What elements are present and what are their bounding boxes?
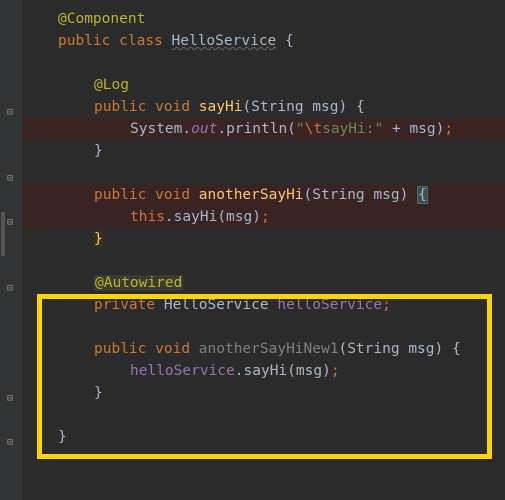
code-line[interactable]: System.out.println("\tsayHi:" + msg); [22,118,505,140]
fold-icon[interactable]: ⊟ [4,107,16,119]
code-line[interactable] [22,316,505,338]
dot: . [235,363,244,379]
code-line[interactable]: @Log [22,74,505,96]
param-msg: msg [296,363,322,379]
ident-out: out [191,121,217,137]
class-name: HelloService [172,33,277,49]
code-line[interactable]: @Autowired [22,272,505,294]
brace-close: } [94,385,103,401]
keyword-private: private [94,297,155,313]
code-editor[interactable]: ⊟ ⊟ ⊟ ⊟ ⊟ ⊟ @Component public class Hell… [0,0,505,500]
annotation-autowired: @Autowired [94,275,183,291]
type-string: String [347,341,399,357]
escape-tab: \t [305,121,322,137]
paren-close: ) [435,341,444,357]
fold-icon[interactable]: ⊟ [4,217,16,229]
paren-close: ) [322,363,331,379]
param-msg: msg [373,187,399,203]
semicolon: ; [331,363,340,379]
keyword-void: void [155,99,190,115]
paren-open: ( [217,209,226,225]
paren-close: ) [339,99,348,115]
annotation-log: @Log [94,77,129,93]
code-line[interactable]: public void anotherSayHi(String msg) { [22,184,505,206]
paren-open: ( [242,99,251,115]
code-line[interactable]: public void anotherSayHiNew1(String msg)… [22,338,505,360]
code-line[interactable] [22,404,505,426]
type-string: String [312,187,364,203]
dot: . [165,209,174,225]
method-sayHi: sayHi [199,99,243,115]
semicolon: ; [261,209,270,225]
annotation-component: @Component [58,11,145,27]
brace-open: { [452,341,461,357]
keyword-class: class [119,33,163,49]
type-helloservice: HelloService [164,297,269,313]
paren-open: ( [287,363,296,379]
fold-icon[interactable]: ⊟ [4,173,16,185]
keyword-void: void [155,187,190,203]
paren-open: ( [287,121,296,137]
keyword-public: public [94,341,146,357]
code-line[interactable] [22,162,505,184]
code-line[interactable]: this.sayHi(msg); [22,206,505,228]
plus-op: + [392,121,401,137]
string-quote: " [375,121,384,137]
field-helloService: helloService [277,297,382,313]
keyword-public: public [94,99,146,115]
method-anotherSayHiNew1: anotherSayHiNew1 [199,341,339,357]
string-literal: sayHi: [322,121,374,137]
keyword-public: public [58,33,110,49]
paren-open: ( [304,187,313,203]
dot: . [217,121,226,137]
paren-close: ) [252,209,261,225]
code-line[interactable]: } [22,382,505,404]
fold-icon[interactable]: ⊟ [4,393,16,405]
ident-println: println [226,121,287,137]
code-line[interactable]: helloService.sayHi(msg); [22,360,505,382]
param-msg: msg [226,209,252,225]
field-helloService: helloService [130,363,235,379]
code-line[interactable]: } [22,228,505,250]
paren-open: ( [338,341,347,357]
keyword-void: void [155,341,190,357]
string-quote: " [296,121,305,137]
param-msg: msg [312,99,338,115]
brace-close: } [94,143,103,159]
type-string: String [251,99,303,115]
brace-open: { [356,99,365,115]
semicolon: ; [382,297,391,313]
code-line[interactable]: public void sayHi(String msg) { [22,96,505,118]
method-anotherSayHi: anotherSayHi [199,187,304,203]
code-line[interactable]: } [22,426,505,448]
keyword-this: this [130,209,165,225]
call-sayHi: sayHi [244,363,288,379]
code-line[interactable]: @Component [22,8,505,30]
code-area[interactable]: @Component public class HelloService { @… [22,0,505,448]
call-sayHi: sayHi [174,209,218,225]
paren-close: ) [400,187,409,203]
fold-icon[interactable]: ⊟ [4,437,16,449]
code-line[interactable] [22,52,505,74]
dot: . [182,121,191,137]
param-msg: msg [408,341,434,357]
fold-icon[interactable]: ⊟ [4,283,16,295]
brace-close: } [58,429,67,445]
param-msg: msg [409,121,435,137]
code-line[interactable] [22,250,505,272]
ident-system: System [130,121,182,137]
brace-open-matched: { [417,186,428,204]
gutter: ⊟ ⊟ ⊟ ⊟ ⊟ ⊟ [0,0,22,500]
semicolon: ; [444,121,453,137]
code-line[interactable]: private HelloService helloService; [22,294,505,316]
code-line[interactable]: public class HelloService { [22,30,505,52]
code-line[interactable]: } [22,140,505,162]
brace-open: { [285,33,294,49]
brace-close-caret: } [94,231,103,247]
keyword-public: public [94,187,146,203]
